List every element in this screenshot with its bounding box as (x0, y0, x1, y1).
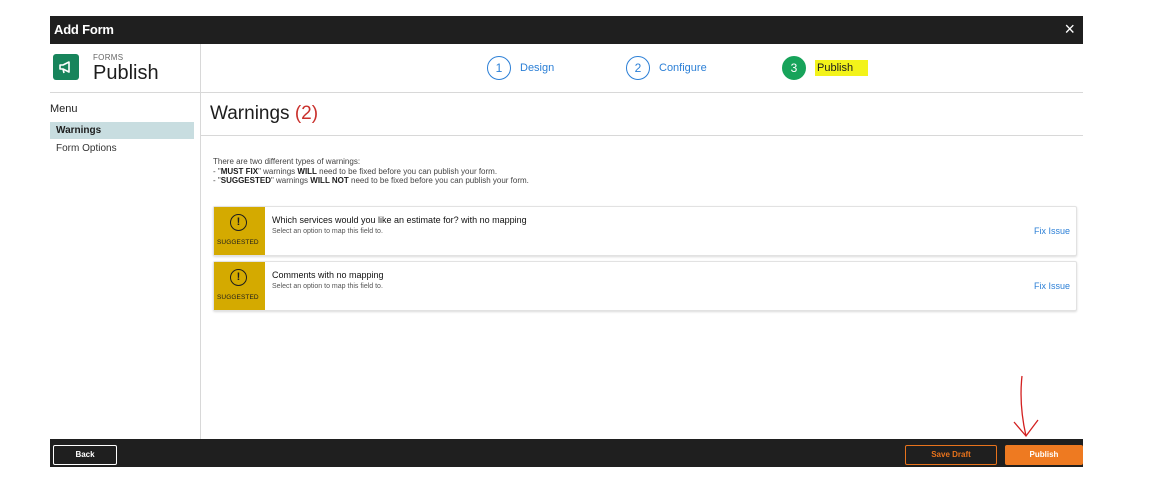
intro-text: - " (213, 176, 221, 185)
sidebar-item-form-options[interactable]: Form Options (50, 140, 194, 157)
severity-label: SUGGESTED (217, 239, 259, 246)
sidebar-title: Menu (50, 103, 78, 115)
intro-strong: SUGGESTED (220, 176, 271, 185)
divider (201, 135, 1083, 136)
warnings-intro: There are two different types of warning… (213, 157, 529, 186)
warning-title: Which services would you like an estimat… (272, 215, 527, 225)
exclamation-circle-icon: ! (230, 214, 247, 231)
step-number: 2 (626, 56, 650, 80)
page-title-text: Warnings (210, 103, 290, 124)
severity-tag: ! SUGGESTED (214, 262, 265, 310)
modal-footer: Back Save Draft Publish (50, 439, 1083, 467)
publish-button[interactable]: Publish (1005, 445, 1083, 465)
severity-tag: ! SUGGESTED (214, 207, 265, 255)
sidebar: Menu Warnings Form Options (50, 93, 201, 439)
megaphone-icon (53, 54, 79, 80)
step-number: 3 (782, 56, 806, 80)
intro-text: need to be fixed before you can publish … (316, 166, 498, 176)
save-draft-button[interactable]: Save Draft (905, 445, 997, 465)
warning-card: ! SUGGESTED Comments with no mapping Sel… (213, 261, 1077, 311)
add-form-modal: Add Form × FORMS Publish 1 Design 2 Conf… (50, 16, 1083, 467)
modal-title: Add Form (54, 22, 114, 37)
wizard-header: FORMS Publish 1 Design 2 Configure 3 Pub… (50, 44, 1083, 93)
step-label: Publish (815, 60, 869, 76)
fix-issue-link[interactable]: Fix Issue (1034, 281, 1070, 291)
main-content: Warnings (2) There are two different typ… (201, 93, 1083, 439)
warning-count: (2) (294, 103, 319, 124)
page-title: Warnings (2) (210, 103, 318, 125)
modal-titlebar: Add Form × (50, 16, 1083, 44)
intro-line: There are two different types of warning… (213, 157, 361, 166)
intro-line-must-fix: - "MUST FIX" warnings WILL need to be fi… (213, 167, 529, 177)
intro-text: need to be fixed before you can publish … (348, 176, 529, 185)
close-icon[interactable]: × (1064, 19, 1075, 39)
back-button[interactable]: Back (53, 445, 117, 465)
step-number: 1 (487, 56, 511, 80)
intro-strong: WILL (297, 166, 317, 176)
warning-title: Comments with no mapping (272, 270, 384, 280)
intro-line-suggested: - "SUGGESTED" warnings WILL NOT need to … (213, 176, 529, 186)
intro-text: " warnings (270, 176, 311, 185)
fix-issue-link[interactable]: Fix Issue (1034, 226, 1070, 236)
warning-description: Select an option to map this field to. (272, 228, 383, 235)
intro-text: - " (213, 166, 221, 176)
brand-block: FORMS Publish (50, 44, 201, 92)
step-label: Design (520, 62, 555, 74)
sidebar-item-warnings[interactable]: Warnings (50, 122, 194, 139)
intro-strong: WILL NOT (310, 176, 349, 185)
annotation-arrow (1013, 375, 1039, 438)
brand-kicker: FORMS (93, 53, 124, 62)
intro-text: " warnings (258, 166, 298, 176)
exclamation-circle-icon: ! (230, 269, 247, 286)
intro-strong: MUST FIX (220, 166, 259, 176)
step-label: Configure (659, 62, 707, 74)
warning-card: ! SUGGESTED Which services would you lik… (213, 206, 1077, 256)
severity-label: SUGGESTED (217, 294, 259, 301)
brand-name: Publish (93, 62, 159, 84)
warning-description: Select an option to map this field to. (272, 283, 383, 290)
